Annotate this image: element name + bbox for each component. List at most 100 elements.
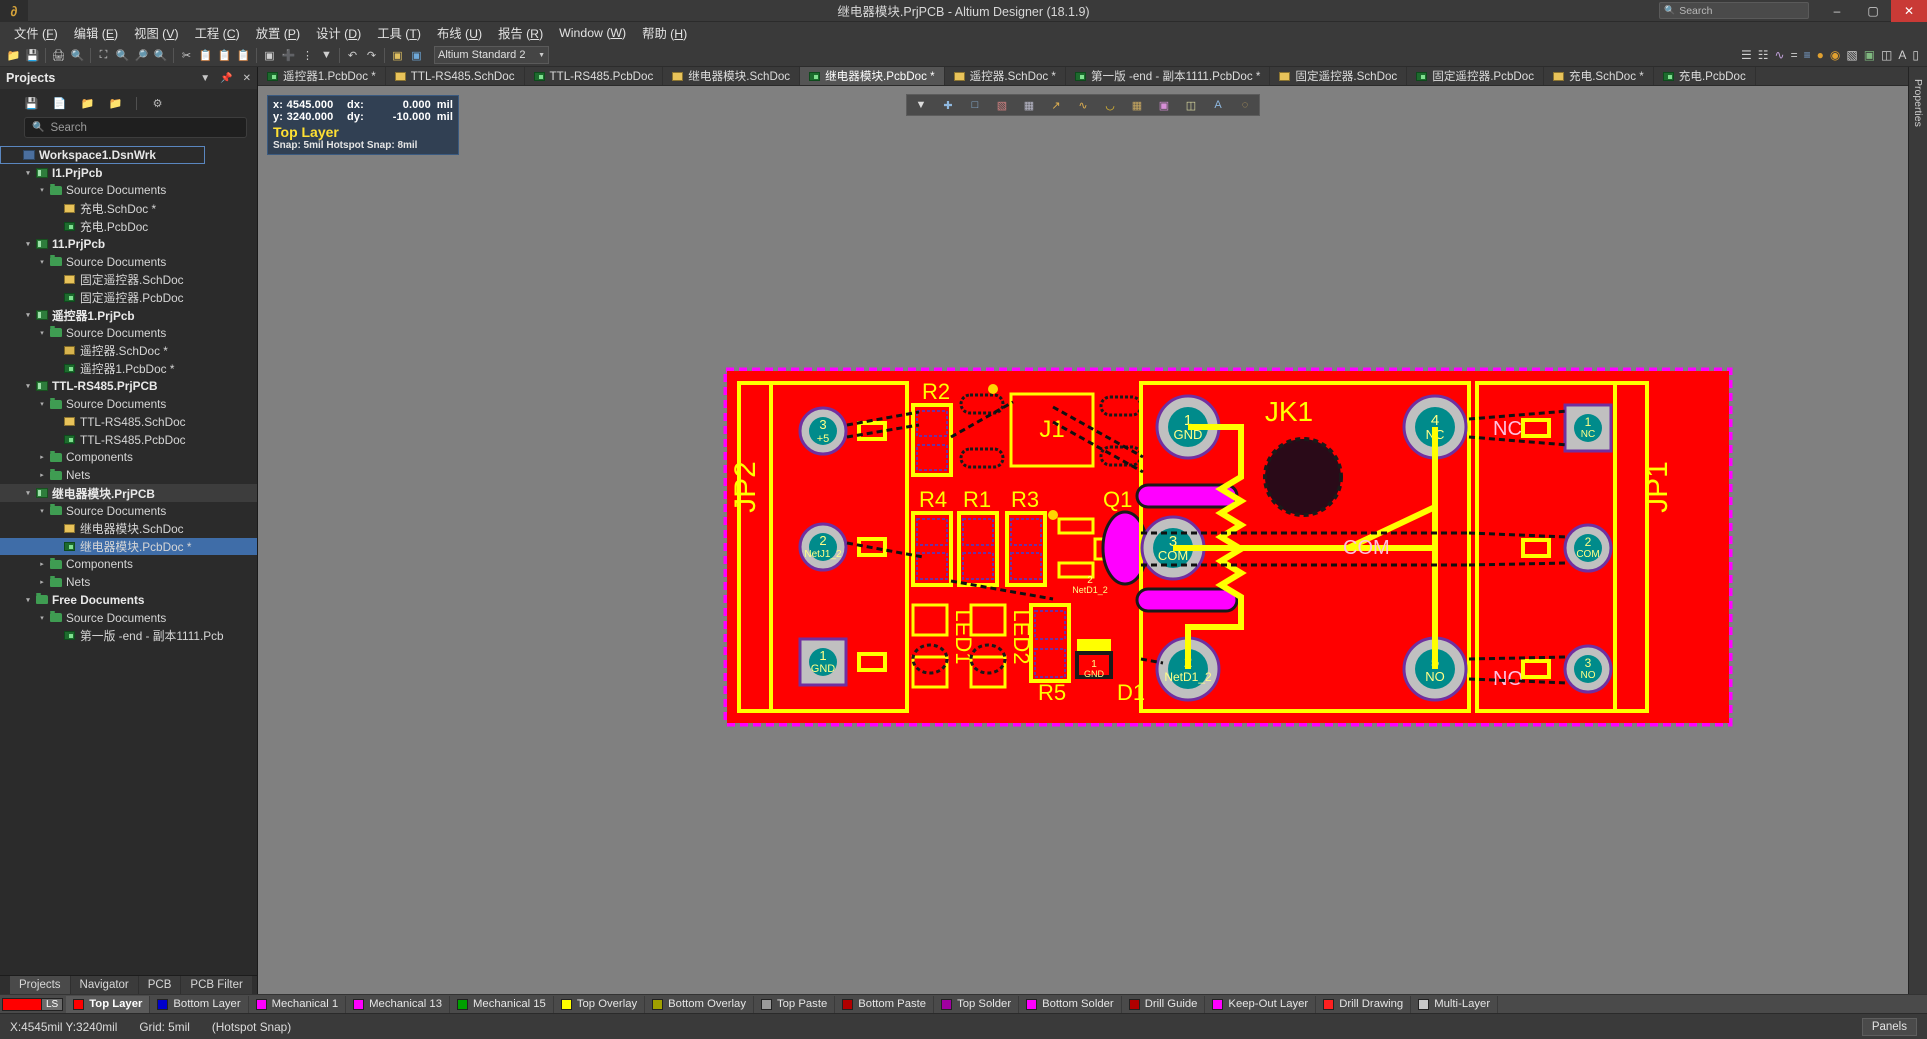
tree-item[interactable]: TTL-RS485.SchDoc xyxy=(0,413,257,431)
panels-button[interactable]: Panels xyxy=(1862,1018,1917,1036)
tree-item[interactable]: Workspace1.DsnWrk xyxy=(0,146,205,164)
document-tab[interactable]: 充电.SchDoc * xyxy=(1544,67,1654,85)
browse-library-icon[interactable]: ▣ xyxy=(388,46,407,65)
document-tab[interactable]: 固定遥控器.PcbDoc xyxy=(1407,67,1544,85)
print-icon[interactable]: 🖨 xyxy=(49,46,68,65)
document-tab[interactable]: 继电器模块.SchDoc xyxy=(663,67,800,85)
dimension-icon[interactable]: ◫ xyxy=(1881,48,1892,62)
tree-item[interactable]: ▾Source Documents xyxy=(0,324,257,342)
tree-item[interactable]: ▾Free Documents xyxy=(0,591,257,609)
tree-item[interactable]: ▾TTL-RS485.PrjPCB xyxy=(0,377,257,395)
print-preview-icon[interactable]: 🔍 xyxy=(68,46,87,65)
document-tab[interactable]: 遥控器1.PcbDoc * xyxy=(258,67,386,85)
text-icon[interactable]: A xyxy=(1210,97,1226,113)
menu-item-设计[interactable]: 设计 (D) xyxy=(308,22,369,44)
layer-tab-bottom-solder[interactable]: Bottom Solder xyxy=(1019,996,1122,1013)
select-area-icon[interactable]: ▣ xyxy=(260,46,279,65)
snap-icon[interactable]: = xyxy=(1791,48,1798,62)
tree-collapse-icon[interactable]: ▾ xyxy=(22,240,34,248)
tree-expand-icon[interactable]: ▸ xyxy=(36,560,48,568)
tree-item[interactable]: ▸Nets xyxy=(0,466,257,484)
pad-icon[interactable]: ● xyxy=(1817,48,1824,62)
polygon-icon[interactable]: ▧ xyxy=(1846,48,1857,62)
close-button[interactable]: ✕ xyxy=(1891,0,1927,22)
route-icon[interactable]: ≡ xyxy=(1804,48,1811,62)
via-icon[interactable]: ◉ xyxy=(1830,48,1840,62)
paste-special-icon[interactable]: 📋 xyxy=(234,46,253,65)
minimize-button[interactable]: – xyxy=(1819,0,1855,22)
pcb-canvas[interactable]: x: 4545.000 dx: 0.000 mil y: 3240.000 dy… xyxy=(258,86,1908,994)
panel-tab-projects[interactable]: Projects xyxy=(10,976,70,994)
panel-tab-navigator[interactable]: Navigator xyxy=(71,976,138,994)
layer-tab-mechanical-13[interactable]: Mechanical 13 xyxy=(346,996,450,1013)
tree-item[interactable]: ▸Nets xyxy=(0,573,257,591)
tree-collapse-icon[interactable]: ▾ xyxy=(36,614,48,622)
tree-collapse-icon[interactable]: ▾ xyxy=(36,329,48,337)
text-icon[interactable]: A xyxy=(1898,48,1906,62)
tree-item[interactable]: ▾Source Documents xyxy=(0,395,257,413)
layer-tab-keep-out-layer[interactable]: Keep-Out Layer xyxy=(1205,996,1316,1013)
layer-tab-drill-drawing[interactable]: Drill Drawing xyxy=(1316,996,1411,1013)
cross-probe-icon[interactable]: ➕ xyxy=(279,46,298,65)
zoom-area-icon[interactable]: ⛶ xyxy=(94,46,113,65)
board-icon[interactable]: ▯ xyxy=(1912,48,1919,62)
add-to-project-icon[interactable]: 📁 xyxy=(108,96,123,111)
pin-icon[interactable]: 📌 xyxy=(220,73,232,84)
open-icon[interactable]: 📁 xyxy=(4,46,23,65)
layers-icon[interactable]: ☰ xyxy=(1741,48,1752,62)
maximize-button[interactable]: ▢ xyxy=(1855,0,1891,22)
copy-icon[interactable]: 📋 xyxy=(196,46,215,65)
close-icon[interactable]: ✕ xyxy=(243,73,251,84)
tree-collapse-icon[interactable]: ▾ xyxy=(22,489,34,497)
tree-item[interactable]: ▾Source Documents xyxy=(0,609,257,627)
zoom-icon[interactable]: 🔍 xyxy=(113,46,132,65)
layer-tab-top-layer[interactable]: Top Layer xyxy=(66,996,150,1013)
pcb-board-graphic[interactable]: JP2 3 +5 2 NetJ1_2 1 GND xyxy=(723,367,1733,727)
properties-panel-tab[interactable]: Properties xyxy=(1912,75,1924,131)
compile-icon[interactable]: 📄 xyxy=(52,96,67,111)
component-icon[interactable]: ▦ xyxy=(1021,97,1037,113)
menu-item-文件[interactable]: 文件 (F) xyxy=(6,22,66,44)
toolbar-standard-select[interactable]: Altium Standard 2 ▼ xyxy=(434,46,549,64)
menu-item-Window[interactable]: Window (W) xyxy=(551,24,634,42)
tree-collapse-icon[interactable]: ▾ xyxy=(36,400,48,408)
tree-collapse-icon[interactable]: ▾ xyxy=(22,169,34,177)
settings-gear-icon[interactable]: ⚙ xyxy=(150,96,165,111)
document-tab[interactable]: 继电器模块.PcbDoc * xyxy=(800,67,945,85)
arc-icon[interactable]: ◌ xyxy=(1237,97,1253,113)
panel-tab-pcb[interactable]: PCB xyxy=(139,976,181,994)
tree-collapse-icon[interactable]: ▾ xyxy=(22,382,34,390)
panel-tab-pcb-filter[interactable]: PCB Filter xyxy=(181,976,251,994)
tree-item[interactable]: ▾Source Documents xyxy=(0,182,257,200)
differential-pair-icon[interactable]: ∿ xyxy=(1075,97,1091,113)
tree-item[interactable]: 固定遥控器.PcbDoc xyxy=(0,288,257,306)
tree-item[interactable]: ▾继电器模块.PrjPCB xyxy=(0,484,257,502)
tree-item[interactable]: ▾11.PrjPcb xyxy=(0,235,257,253)
tree-item[interactable]: ▾Source Documents xyxy=(0,502,257,520)
document-tab[interactable]: 固定遥控器.SchDoc xyxy=(1270,67,1407,85)
dimension-icon[interactable]: ◫ xyxy=(1183,97,1199,113)
tree-item[interactable]: 充电.SchDoc * xyxy=(0,199,257,217)
measure-icon[interactable]: ⋮ xyxy=(298,46,317,65)
cut-icon[interactable]: ✂ xyxy=(177,46,196,65)
tree-collapse-icon[interactable]: ▾ xyxy=(36,186,48,194)
zoom-in-icon[interactable]: 🔎 xyxy=(132,46,151,65)
layer-tab-bottom-paste[interactable]: Bottom Paste xyxy=(835,996,934,1013)
tree-collapse-icon[interactable]: ▾ xyxy=(22,596,34,604)
project-tree[interactable]: Workspace1.DsnWrk▾I1.PrjPcb▾Source Docum… xyxy=(0,144,257,975)
menu-item-放置[interactable]: 放置 (P) xyxy=(248,22,308,44)
document-tab[interactable]: TTL-RS485.SchDoc xyxy=(386,67,525,85)
tree-item[interactable]: ▾遥控器1.PrjPcb xyxy=(0,306,257,324)
save-icon[interactable]: 💾 xyxy=(24,96,39,111)
menu-item-工程[interactable]: 工程 (C) xyxy=(187,22,248,44)
global-search-input[interactable]: 🔍 Search xyxy=(1659,2,1809,19)
paste-icon[interactable]: 📋 xyxy=(215,46,234,65)
tree-item[interactable]: 继电器模块.SchDoc xyxy=(0,520,257,538)
layer-tab-multi-layer[interactable]: Multi-Layer xyxy=(1411,996,1498,1013)
tree-item[interactable]: 继电器模块.PcbDoc * xyxy=(0,538,257,556)
layer-tab-top-paste[interactable]: Top Paste xyxy=(754,996,835,1013)
tree-item[interactable]: 第一版 -end - 副本1111.Pcb xyxy=(0,627,257,645)
menu-item-编辑[interactable]: 编辑 (E) xyxy=(66,22,126,44)
tree-expand-icon[interactable]: ▸ xyxy=(36,453,48,461)
polygon-icon[interactable]: ▦ xyxy=(1129,97,1145,113)
